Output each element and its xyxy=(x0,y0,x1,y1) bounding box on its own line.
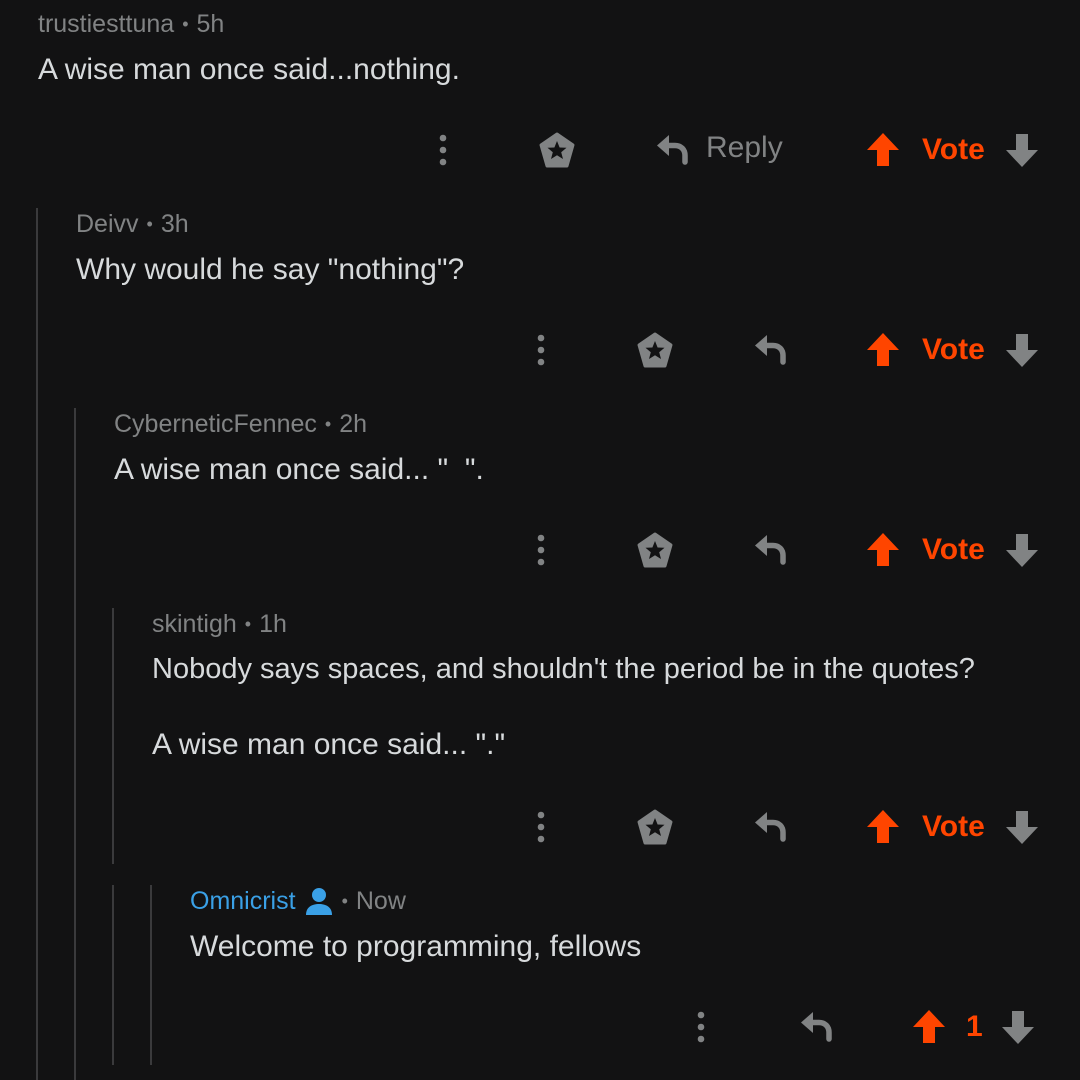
more-vertical-icon xyxy=(697,1011,705,1043)
comment-body: A wise man once said...nothing. xyxy=(38,53,460,86)
vote-label: Vote xyxy=(922,133,985,166)
comment-author[interactable]: Omnicrist xyxy=(190,887,296,916)
comment-meta: trustiesttuna • 5h xyxy=(38,10,460,39)
more-options-button[interactable] xyxy=(528,532,554,568)
comment-age: Now xyxy=(355,886,406,915)
downvote-arrow-icon[interactable] xyxy=(1001,1009,1035,1045)
vote-control: Vote xyxy=(866,332,1039,368)
thread-line-depth-3-lower[interactable] xyxy=(112,885,114,1065)
comment-author[interactable]: CyberneticFennec xyxy=(114,410,317,439)
thread-line-depth-2[interactable] xyxy=(74,408,76,1080)
comment: skintigh • 1h Nobody says spaces, and sh… xyxy=(152,610,975,762)
comment-body: Nobody says spaces, and shouldn't the pe… xyxy=(152,653,975,685)
more-options-button[interactable] xyxy=(688,1009,714,1045)
vote-control: Vote xyxy=(866,132,1039,168)
award-icon xyxy=(637,532,673,568)
comment-meta: CyberneticFennec • 2h xyxy=(114,410,484,439)
upvote-arrow-icon[interactable] xyxy=(866,809,900,845)
comment-age: 3h xyxy=(160,210,189,238)
downvote-arrow-icon[interactable] xyxy=(1005,532,1039,568)
meta-separator: • xyxy=(341,890,348,911)
reply-button[interactable] xyxy=(752,807,788,843)
comment-age: 1h xyxy=(259,610,287,638)
comment-author[interactable]: skintigh xyxy=(152,610,237,639)
comment-meta: skintigh • 1h xyxy=(152,610,975,639)
downvote-arrow-icon[interactable] xyxy=(1005,332,1039,368)
comment-body: A wise man once said... " ". xyxy=(114,453,484,486)
more-vertical-icon xyxy=(537,534,545,566)
vote-control: 1 xyxy=(912,1009,1035,1045)
vote-label: Vote xyxy=(922,810,985,843)
meta-separator: • xyxy=(146,214,153,234)
more-options-button[interactable] xyxy=(528,332,554,368)
reply-label: Reply xyxy=(706,131,783,164)
reply-arrow-icon xyxy=(801,1012,832,1042)
comment-age: 2h xyxy=(339,410,368,438)
reply-button[interactable] xyxy=(752,530,788,566)
comment-author[interactable]: Deivv xyxy=(76,210,139,239)
reply-arrow-icon xyxy=(755,812,786,842)
reply-button[interactable]: Reply xyxy=(654,130,783,166)
award-icon xyxy=(637,332,673,368)
vote-score: 1 xyxy=(966,1010,983,1043)
reply-button[interactable] xyxy=(798,1007,834,1043)
vote-control: Vote xyxy=(866,809,1039,845)
comment-meta: Omnicrist • Now xyxy=(190,886,641,916)
award-button[interactable] xyxy=(636,532,674,570)
reply-arrow-icon xyxy=(755,335,786,365)
award-icon xyxy=(539,132,575,168)
comment: CyberneticFennec • 2h A wise man once sa… xyxy=(114,410,484,487)
award-icon xyxy=(637,809,673,845)
thread-line-depth-3[interactable] xyxy=(112,608,114,864)
upvote-arrow-icon[interactable] xyxy=(866,332,900,368)
thread-line-depth-4[interactable] xyxy=(150,885,152,1065)
downvote-arrow-icon[interactable] xyxy=(1005,809,1039,845)
reply-arrow-icon xyxy=(755,535,786,565)
comment: trustiesttuna • 5h A wise man once said.… xyxy=(38,10,460,87)
vote-control: Vote xyxy=(866,532,1039,568)
more-vertical-icon xyxy=(439,134,447,166)
downvote-arrow-icon[interactable] xyxy=(1005,132,1039,168)
meta-separator: • xyxy=(244,614,252,634)
comment-body-paragraph: A wise man once said... "." xyxy=(152,728,506,761)
more-options-button[interactable] xyxy=(528,809,554,845)
meta-separator: • xyxy=(324,414,332,434)
award-button[interactable] xyxy=(538,132,576,170)
reply-button[interactable] xyxy=(752,330,788,366)
more-vertical-icon xyxy=(537,334,545,366)
upvote-arrow-icon[interactable] xyxy=(866,532,900,568)
comment-age: 5h xyxy=(196,10,225,38)
more-vertical-icon xyxy=(537,811,545,843)
comment: Deivv • 3h Why would he say "nothing"? xyxy=(76,210,464,287)
award-button[interactable] xyxy=(636,809,674,847)
upvote-arrow-icon[interactable] xyxy=(912,1009,946,1045)
upvote-arrow-icon[interactable] xyxy=(866,132,900,168)
comment-meta: Deivv • 3h xyxy=(76,210,464,239)
vote-label: Vote xyxy=(922,533,985,566)
reply-arrow-icon xyxy=(657,135,688,165)
more-options-button[interactable] xyxy=(430,132,456,168)
thread-line-depth-1[interactable] xyxy=(36,208,38,1080)
meta-separator: • xyxy=(182,14,189,34)
comment: Omnicrist • Now Welcome to programming, … xyxy=(190,886,641,964)
comment-author[interactable]: trustiesttuna xyxy=(38,10,174,39)
user-icon xyxy=(305,888,332,915)
award-button[interactable] xyxy=(636,332,674,370)
comment-body: Welcome to programming, fellows xyxy=(190,930,642,963)
vote-label: Vote xyxy=(922,333,985,366)
comment-body: Why would he say "nothing"? xyxy=(76,253,465,286)
